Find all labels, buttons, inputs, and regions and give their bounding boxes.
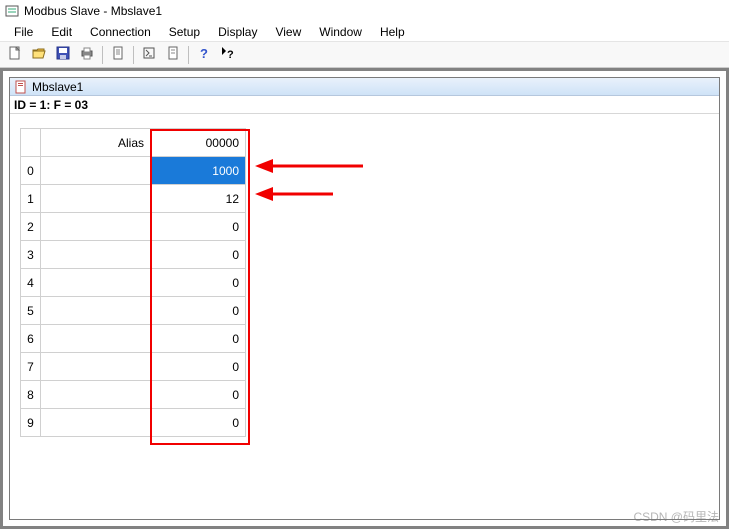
- row-index: 4: [21, 269, 41, 297]
- alias-cell[interactable]: [41, 381, 151, 409]
- document-body: Alias 00000 010001122030405060708090: [10, 114, 719, 519]
- annotation-arrow-2: [255, 184, 335, 204]
- print-button[interactable]: [76, 44, 98, 66]
- row-index: 1: [21, 185, 41, 213]
- toolbar-separator: [102, 46, 103, 64]
- value-cell[interactable]: 0: [151, 269, 246, 297]
- table-row[interactable]: 50: [21, 297, 246, 325]
- toolbar: ??: [0, 42, 729, 68]
- help-icon: ?: [196, 45, 212, 64]
- row-index: 6: [21, 325, 41, 353]
- table-row[interactable]: 30: [21, 241, 246, 269]
- row-index: 7: [21, 353, 41, 381]
- document-title: Mbslave1: [32, 80, 83, 94]
- document-icon: [110, 45, 126, 64]
- row-index: 0: [21, 157, 41, 185]
- alias-cell[interactable]: [41, 269, 151, 297]
- window-titlebar: Modbus Slave - Mbslave1: [0, 0, 729, 22]
- register-table[interactable]: Alias 00000 010001122030405060708090: [20, 128, 246, 437]
- table-row[interactable]: 0 1000: [21, 157, 246, 185]
- value-cell[interactable]: 0: [151, 241, 246, 269]
- menu-file[interactable]: File: [6, 23, 41, 41]
- toolbar-separator: [133, 46, 134, 64]
- document-status: ID = 1: F = 03: [10, 96, 719, 114]
- table-header-row: Alias 00000: [21, 129, 246, 157]
- value-cell[interactable]: 0: [151, 325, 246, 353]
- alias-cell[interactable]: [41, 325, 151, 353]
- row-index: 3: [21, 241, 41, 269]
- new-button[interactable]: [4, 44, 26, 66]
- svg-text:?: ?: [227, 49, 234, 61]
- mdi-inner-frame: Mbslave1 ID = 1: F = 03 Alias 00000 0100…: [3, 71, 726, 526]
- document-window: Mbslave1 ID = 1: F = 03 Alias 00000 0100…: [9, 77, 720, 520]
- print-icon: [79, 45, 95, 64]
- menu-view[interactable]: View: [267, 23, 309, 41]
- menu-window[interactable]: Window: [311, 23, 370, 41]
- value-cell[interactable]: 0: [151, 409, 246, 437]
- menu-display[interactable]: Display: [210, 23, 265, 41]
- alias-cell[interactable]: [41, 157, 151, 185]
- svg-text:?: ?: [200, 46, 208, 61]
- disconnect-button[interactable]: [162, 44, 184, 66]
- table-row[interactable]: 20: [21, 213, 246, 241]
- save-button[interactable]: [52, 44, 74, 66]
- document-icon: [14, 80, 28, 94]
- connect-icon: [141, 45, 157, 64]
- app-icon: [4, 3, 20, 19]
- toolbar-separator: [188, 46, 189, 64]
- value-cell[interactable]: 1000: [151, 157, 246, 185]
- value-cell[interactable]: 0: [151, 353, 246, 381]
- alias-cell[interactable]: [41, 297, 151, 325]
- new-icon: [7, 45, 23, 64]
- alias-cell[interactable]: [41, 241, 151, 269]
- row-index: 2: [21, 213, 41, 241]
- help-button[interactable]: ?: [193, 44, 215, 66]
- header-alias[interactable]: Alias: [41, 129, 151, 157]
- table-row[interactable]: 60: [21, 325, 246, 353]
- save-icon: [55, 45, 71, 64]
- context-help-button[interactable]: ?: [217, 44, 239, 66]
- menubar: FileEditConnectionSetupDisplayViewWindow…: [0, 22, 729, 42]
- window-title: Modbus Slave - Mbslave1: [24, 4, 162, 18]
- connect-button[interactable]: [138, 44, 160, 66]
- alias-cell[interactable]: [41, 185, 151, 213]
- mdi-client-area: Mbslave1 ID = 1: F = 03 Alias 00000 0100…: [0, 68, 729, 529]
- value-cell[interactable]: 0: [151, 381, 246, 409]
- alias-cell[interactable]: [41, 353, 151, 381]
- menu-connection[interactable]: Connection: [82, 23, 159, 41]
- value-cell[interactable]: 0: [151, 213, 246, 241]
- open-button[interactable]: [28, 44, 50, 66]
- header-index: [21, 129, 41, 157]
- menu-help[interactable]: Help: [372, 23, 413, 41]
- header-value[interactable]: 00000: [151, 129, 246, 157]
- value-cell[interactable]: 0: [151, 297, 246, 325]
- alias-cell[interactable]: [41, 409, 151, 437]
- table-row[interactable]: 90: [21, 409, 246, 437]
- annotation-arrow-1: [255, 156, 365, 176]
- context-help-icon: ?: [220, 45, 236, 64]
- alias-cell[interactable]: [41, 213, 151, 241]
- value-cell[interactable]: 12: [151, 185, 246, 213]
- table-row[interactable]: 70: [21, 353, 246, 381]
- watermark: CSDN @码里法: [633, 508, 719, 525]
- table-row[interactable]: 80: [21, 381, 246, 409]
- row-index: 9: [21, 409, 41, 437]
- disconnect-icon: [165, 45, 181, 64]
- document-button[interactable]: [107, 44, 129, 66]
- menu-setup[interactable]: Setup: [161, 23, 208, 41]
- table-row[interactable]: 1 12: [21, 185, 246, 213]
- document-titlebar[interactable]: Mbslave1: [10, 78, 719, 96]
- open-icon: [31, 45, 47, 64]
- table-row[interactable]: 40: [21, 269, 246, 297]
- row-index: 8: [21, 381, 41, 409]
- row-index: 5: [21, 297, 41, 325]
- menu-edit[interactable]: Edit: [43, 23, 80, 41]
